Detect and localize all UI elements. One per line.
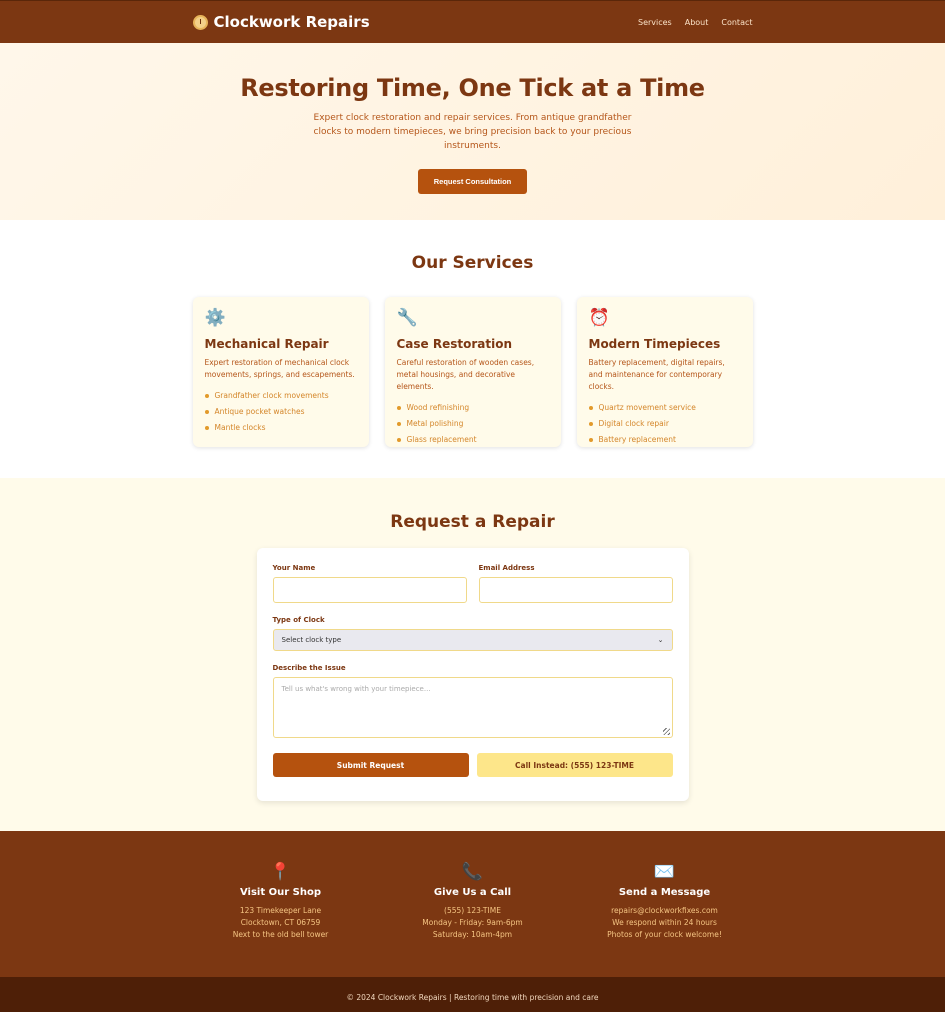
map-pin-icon: 📍 (269, 862, 292, 882)
card-title: Modern Timepieces (588, 337, 721, 351)
header-inner: Clockwork Repairs Services About Contact (192, 13, 753, 31)
form-row: Your Name Email Address (272, 564, 673, 603)
phone-icon: 📞 (461, 862, 484, 882)
email-label: Email Address (478, 564, 535, 572)
email-field-group: Email Address (478, 564, 673, 603)
card-title: Case Restoration (396, 337, 513, 351)
footer-line: 123 Timekeeper Lane (239, 906, 322, 915)
repair-form: Your Name Email Address Type of Clock Se… (256, 548, 689, 801)
copyright-text: © 2024 Clockwork Repairs | Restoring tim… (346, 993, 599, 1002)
nav-contact-link[interactable]: Contact (721, 18, 752, 27)
name-field-group: Your Name (272, 564, 467, 603)
nav-about-link[interactable]: About (685, 18, 709, 27)
hero-title: Restoring Time, One Tick at a Time (240, 74, 705, 102)
request-title: Request a Repair (390, 512, 555, 532)
services-title: Our Services (411, 253, 534, 273)
footer-line: Clocktown, CT 06759 (240, 918, 321, 927)
list-item: Quartz movement service (588, 400, 741, 416)
list-item: Grandfather clock movements (204, 388, 357, 404)
phone-number-link[interactable]: (555) 123-TIME (377, 905, 569, 917)
card-list: Quartz movement service Digital clock re… (588, 400, 741, 448)
brand[interactable]: Clockwork Repairs (192, 13, 370, 31)
alarm-clock-icon: ⏰ (588, 308, 610, 328)
list-item: Antique pocket watches (204, 404, 357, 420)
brand-title: Clockwork Repairs (213, 13, 370, 31)
copyright-bar: © 2024 Clockwork Repairs | Restoring tim… (0, 977, 945, 1012)
issue-label: Describe the Issue (272, 664, 346, 672)
list-item: Battery replacement (588, 432, 741, 448)
footer-title: Give Us a Call (433, 887, 512, 898)
footer-title: Visit Our Shop (239, 887, 321, 898)
card-list: Wood refinishing Metal polishing Glass r… (396, 400, 549, 448)
service-card-case: 🔧 Case Restoration Careful restoration o… (384, 297, 561, 448)
list-item: Metal polishing (396, 416, 549, 432)
main-nav: Services About Contact (638, 18, 753, 27)
list-item: Glass replacement (396, 432, 549, 448)
call-instead-button[interactable]: Call Instead: (555) 123-TIME (476, 753, 673, 777)
nav-services-link[interactable]: Services (638, 18, 672, 27)
footer-line: Saturday: 10am-4pm (432, 930, 513, 939)
email-link[interactable]: repairs@clockworkfixes.com (569, 905, 761, 917)
hero-section: Restoring Time, One Tick at a Time Exper… (0, 43, 945, 220)
list-item: Mantle clocks (204, 420, 357, 436)
request-section: Request a Repair Your Name Email Address… (0, 478, 945, 831)
footer-line: We respond within 24 hours (612, 918, 717, 927)
issue-group: Describe the Issue Tell us what's wrong … (272, 664, 673, 738)
footer-visit: 📍 Visit Our Shop 123 Timekeeper Lane Clo… (185, 862, 377, 977)
chevron-down-icon: ⌄ (657, 636, 664, 644)
submit-request-button[interactable]: Submit Request (272, 753, 469, 777)
service-card-mechanical: ⚙️ Mechanical Repair Expert restoration … (192, 297, 369, 447)
clock-logo-icon (192, 14, 208, 30)
list-item: Wood refinishing (396, 400, 549, 416)
card-list: Grandfather clock movements Antique pock… (204, 388, 357, 436)
gear-icon: ⚙️ (204, 308, 226, 328)
site-footer: 📍 Visit Our Shop 123 Timekeeper Lane Clo… (0, 831, 945, 977)
card-description: Expert restoration of mechanical clock m… (204, 358, 355, 379)
site-header: Clockwork Repairs Services About Contact (0, 0, 945, 43)
footer-line: Monday - Friday: 9am-6pm (422, 918, 523, 927)
footer-line: Photos of your clock welcome! (607, 930, 722, 939)
request-consultation-button[interactable]: Request Consultation (417, 169, 528, 194)
form-buttons: Submit Request Call Instead: (555) 123-T… (272, 753, 673, 777)
card-title: Mechanical Repair (204, 337, 329, 351)
hero-subtitle: Expert clock restoration and repair serv… (313, 113, 632, 151)
footer-line: Next to the old bell tower (232, 930, 329, 939)
clock-type-label: Type of Clock (272, 616, 325, 624)
card-description: Careful restoration of wooden cases, met… (396, 358, 535, 391)
footer-call: 📞 Give Us a Call (555) 123-TIME Monday -… (377, 862, 569, 977)
clock-type-group: Type of Clock Select clock type ⌄ (272, 616, 673, 651)
footer-message: ✉️ Send a Message repairs@clockworkfixes… (569, 862, 761, 977)
name-label: Your Name (272, 564, 316, 572)
service-cards: ⚙️ Mechanical Repair Expert restoration … (192, 297, 753, 448)
service-card-modern: ⏰ Modern Timepieces Battery replacement,… (576, 297, 753, 448)
card-description: Battery replacement, digital repairs, an… (588, 358, 725, 391)
wrench-icon: 🔧 (396, 308, 418, 328)
clock-type-selected: Select clock type (281, 636, 342, 644)
services-section: Our Services ⚙️ Mechanical Repair Expert… (0, 220, 945, 478)
issue-textarea[interactable]: Tell us what's wrong with your timepiece… (272, 677, 673, 738)
envelope-icon: ✉️ (653, 862, 676, 882)
email-input[interactable] (478, 577, 673, 603)
footer-title: Send a Message (618, 887, 711, 898)
name-input[interactable] (272, 577, 467, 603)
list-item: Digital clock repair (588, 416, 741, 432)
clock-type-select[interactable]: Select clock type ⌄ (272, 629, 673, 651)
